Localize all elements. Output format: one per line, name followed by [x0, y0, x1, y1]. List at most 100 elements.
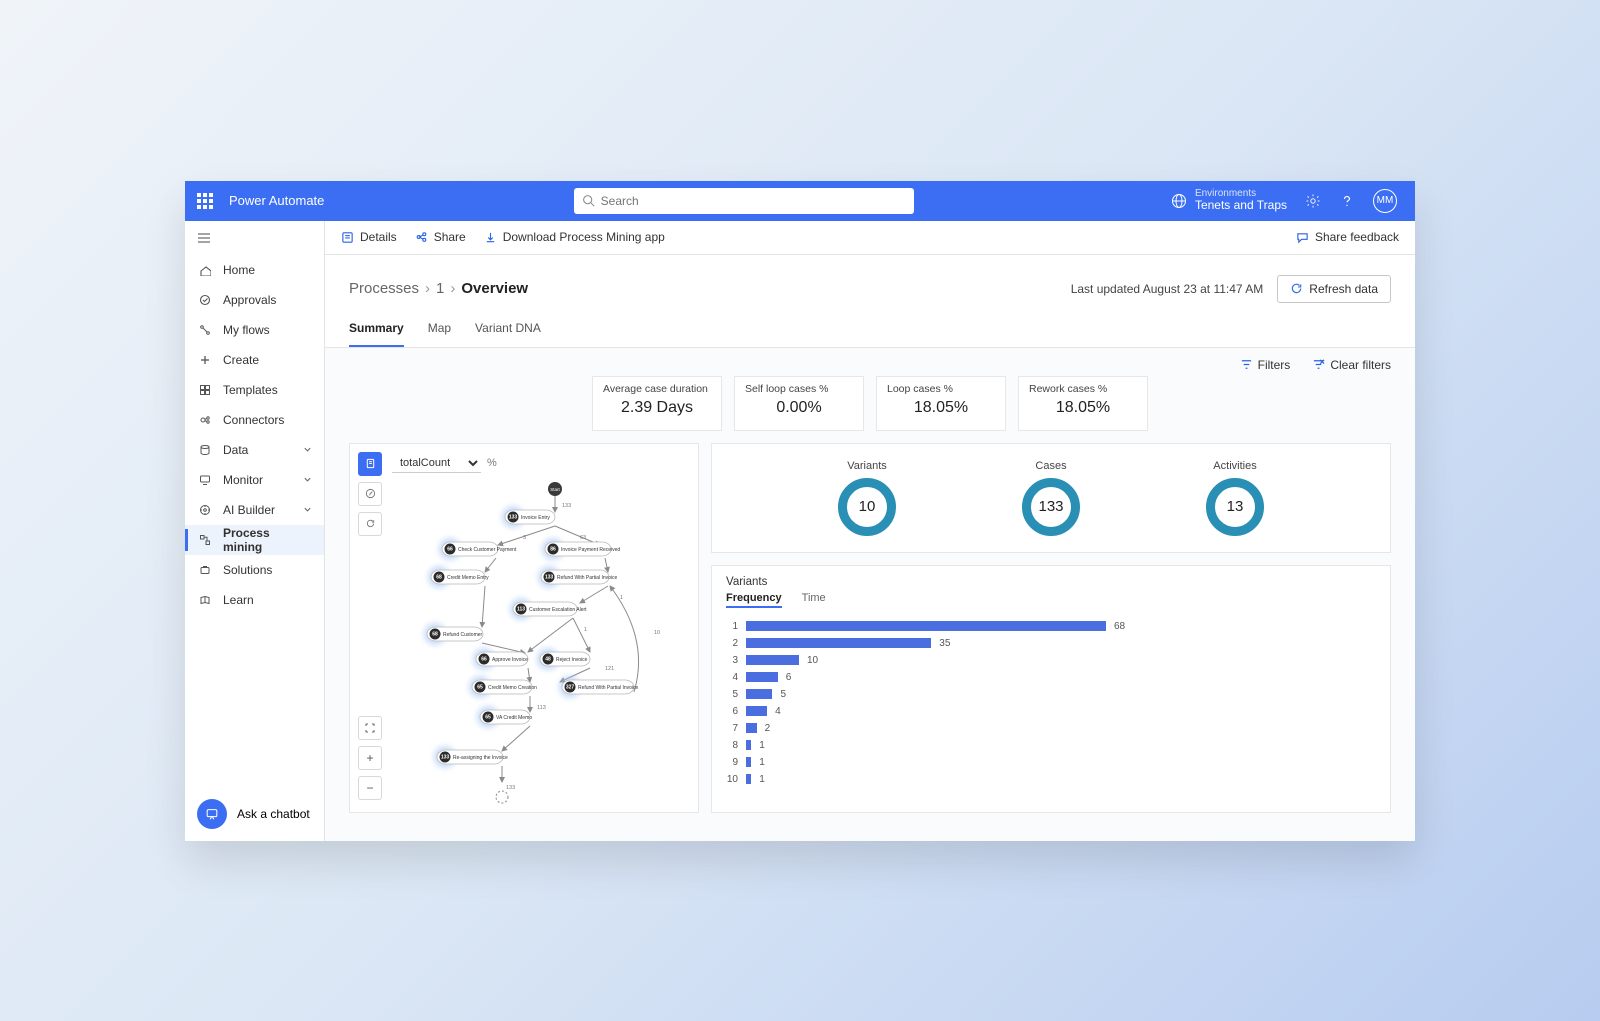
chart-value: 35 — [939, 638, 950, 649]
map-pct: % — [487, 457, 497, 469]
sidebar-item-approvals[interactable]: Approvals — [185, 285, 324, 315]
sidebar-item-connectors[interactable]: Connectors — [185, 405, 324, 435]
kpi-label: Self loop cases % — [745, 383, 853, 395]
nav-label: AI Builder — [223, 503, 275, 517]
app-title: Power Automate — [229, 193, 324, 208]
sidebar-item-templates[interactable]: Templates — [185, 375, 324, 405]
tab-map[interactable]: Map — [428, 317, 451, 347]
map-tool-duration[interactable] — [358, 482, 382, 506]
sidebar-item-create[interactable]: Create — [185, 345, 324, 375]
cmd-feedback[interactable]: Share feedback — [1296, 230, 1399, 244]
kpi-value: 2.39 Days — [603, 399, 711, 417]
refresh-button[interactable]: Refresh data — [1277, 275, 1391, 303]
zoom-fit-button[interactable] — [358, 716, 382, 740]
zoom-out-button[interactable]: − — [358, 776, 382, 800]
cmd-download[interactable]: Download Process Mining app — [484, 230, 665, 244]
kpi-value: 18.05% — [887, 399, 995, 417]
svg-text:133: 133 — [562, 503, 571, 509]
chart-row: 46 — [726, 669, 1376, 686]
tab-variant-dna[interactable]: Variant DNA — [475, 317, 541, 347]
variants-card: Variants Frequency Time 1682353104655647… — [711, 565, 1391, 813]
sidebar-item-learn[interactable]: Learn — [185, 585, 324, 615]
nav-label: My flows — [223, 323, 270, 337]
kpi-label: Loop cases % — [887, 383, 995, 395]
filters-button[interactable]: Filters — [1240, 358, 1291, 372]
gear-icon[interactable] — [1305, 193, 1321, 209]
svg-text:Refund With Partial Invoice: Refund With Partial Invoice — [557, 574, 618, 580]
search-input[interactable] — [601, 194, 906, 208]
stat-label: Variants — [838, 460, 896, 472]
svg-text:VA Credit Memo: VA Credit Memo — [496, 714, 532, 720]
process-icon — [197, 534, 213, 546]
chart-row: 81 — [726, 737, 1376, 754]
nav-collapse-button[interactable] — [185, 221, 324, 255]
sidebar-item-monitor[interactable]: Monitor — [185, 465, 324, 495]
help-icon[interactable] — [1339, 193, 1355, 209]
nav-label: Templates — [223, 383, 278, 397]
approvals-icon — [197, 294, 213, 306]
kpi-value: 0.00% — [745, 399, 853, 417]
chart-idx: 4 — [726, 672, 738, 683]
app-launcher-button[interactable] — [185, 193, 225, 209]
home-icon — [197, 264, 213, 276]
map-tool-replay[interactable] — [358, 512, 382, 536]
details-icon — [341, 231, 354, 244]
search-box[interactable] — [574, 188, 914, 214]
map-metric-select[interactable]: totalCount — [392, 454, 481, 473]
topbar: Power Automate Environments Tenets and T… — [185, 181, 1415, 221]
zoom-in-button[interactable]: + — [358, 746, 382, 770]
chart-idx: 9 — [726, 757, 738, 768]
svg-text:66: 66 — [447, 546, 453, 552]
sidebar-item-ai-builder[interactable]: AI Builder — [185, 495, 324, 525]
environment-picker[interactable]: Environments Tenets and Traps — [1171, 188, 1287, 212]
chart-value: 1 — [759, 757, 765, 768]
sidebar-item-process-mining[interactable]: Process mining — [185, 525, 324, 555]
map-metric-dropdown[interactable]: totalCount % — [392, 454, 497, 473]
refresh-icon — [1290, 282, 1303, 295]
chart-row: 64 — [726, 703, 1376, 720]
stat-ring: 13 — [1206, 478, 1264, 536]
share-icon — [415, 231, 428, 244]
app-window: Power Automate Environments Tenets and T… — [185, 181, 1415, 841]
cmd-details[interactable]: Details — [341, 230, 397, 244]
avatar[interactable]: MM — [1373, 189, 1397, 213]
svg-text:Credit Memo Creation: Credit Memo Creation — [488, 684, 537, 690]
chart-idx: 5 — [726, 689, 738, 700]
nav-label: Approvals — [223, 293, 276, 307]
sidebar-item-my-flows[interactable]: My flows — [185, 315, 324, 345]
nav-label: Learn — [223, 593, 254, 607]
stat-label: Activities — [1206, 460, 1264, 472]
chart-bar — [746, 774, 751, 784]
tabs: Summary Map Variant DNA — [325, 309, 1415, 348]
feedback-icon — [1296, 231, 1309, 244]
kpi-row: Average case duration2.39 DaysSelf loop … — [349, 376, 1391, 431]
chatbot-button[interactable]: Ask a chatbot — [185, 787, 324, 841]
nav-label: Create — [223, 353, 259, 367]
variants-title: Variants — [726, 576, 1376, 588]
process-map-svg[interactable]: Start 133 3631110121113133133Invoice Ent… — [410, 479, 699, 809]
chart-idx: 3 — [726, 655, 738, 666]
cmd-share[interactable]: Share — [415, 230, 466, 244]
chart-row: 168 — [726, 618, 1376, 635]
map-tool-data[interactable] — [358, 452, 382, 476]
filter-row: Filters Clear filters — [325, 348, 1415, 376]
chart-value: 2 — [765, 723, 771, 734]
globe-icon — [1171, 193, 1187, 209]
tab-summary[interactable]: Summary — [349, 317, 404, 347]
chatbot-label: Ask a chatbot — [237, 807, 310, 821]
sidebar-item-home[interactable]: Home — [185, 255, 324, 285]
breadcrumb-root[interactable]: Processes — [349, 280, 419, 297]
chart-bar — [746, 655, 799, 665]
variant-tab-frequency[interactable]: Frequency — [726, 592, 782, 608]
breadcrumb-mid[interactable]: 1 — [436, 280, 444, 297]
chart-value: 6 — [786, 672, 792, 683]
sidebar-item-data[interactable]: Data — [185, 435, 324, 465]
svg-text:133: 133 — [441, 754, 450, 760]
nav-label: Process mining — [223, 526, 312, 554]
variant-tab-time[interactable]: Time — [802, 592, 826, 608]
sidebar-item-solutions[interactable]: Solutions — [185, 555, 324, 585]
svg-text:Re-assigning the Invoice: Re-assigning the Invoice — [453, 754, 508, 760]
clear-filters-button[interactable]: Clear filters — [1312, 358, 1391, 372]
nav-label: Connectors — [223, 413, 284, 427]
svg-text:1: 1 — [584, 627, 587, 633]
